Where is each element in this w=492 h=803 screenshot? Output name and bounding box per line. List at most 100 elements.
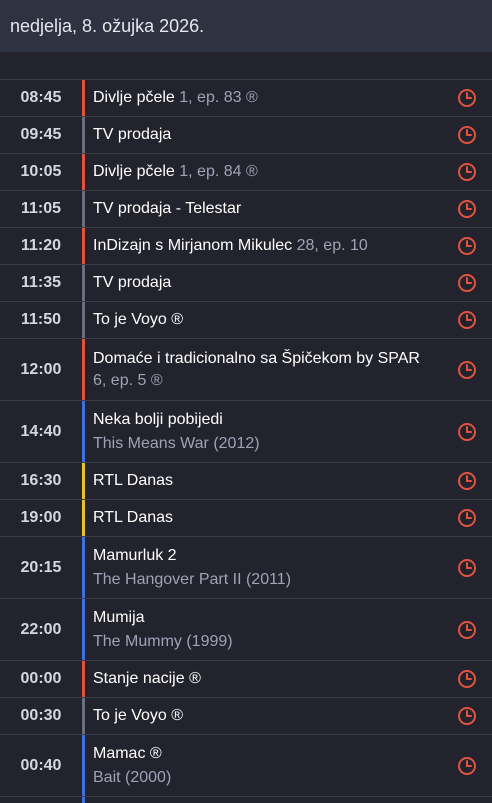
program-title: To je Voyo ® — [93, 705, 442, 727]
program-title: Divlje pčele 1, ep. 83 ® — [93, 87, 442, 109]
program-info: RTL Danas — [85, 463, 442, 499]
program-info: Mamurluk 2 The Hangover Part II (2011) — [85, 537, 442, 598]
program-title-text: Domaće i tradicionalno sa Špičekom by SP… — [93, 349, 420, 367]
program-time: 19:00 — [20, 509, 62, 526]
episode-info: 6, ep. 5 ® — [93, 371, 163, 389]
program-title: Mamurluk 2 — [93, 545, 442, 567]
schedule-row[interactable]: 10:05 Divlje pčele 1, ep. 84 ® — [0, 154, 492, 191]
original-title: This Means War (2012) — [93, 434, 260, 452]
program-info: To je Voyo ® — [85, 302, 442, 338]
schedule-row[interactable]: 11:50 To je Voyo ® — [0, 302, 492, 339]
schedule-row[interactable]: 22:00 Mumija The Mummy (1999) — [0, 599, 492, 661]
alarm-clock-icon[interactable] — [442, 401, 492, 462]
schedule-next-row — [0, 797, 492, 803]
program-title: Mumija — [93, 607, 442, 629]
schedule-row[interactable]: 19:00 RTL Danas — [0, 500, 492, 537]
program-title: TV prodaja — [93, 124, 442, 146]
program-title-text: RTL Danas — [93, 509, 174, 526]
program-time: 09:45 — [20, 126, 62, 143]
alarm-clock-icon[interactable] — [442, 265, 492, 301]
program-time: 11:50 — [20, 311, 62, 328]
header-spacer — [0, 52, 492, 79]
original-title: The Mummy (1999) — [93, 632, 233, 650]
alarm-clock-icon[interactable] — [442, 661, 492, 697]
schedule-row[interactable]: 00:40 Mamac ® Bait (2000) — [0, 735, 492, 797]
program-title-text: Mumija — [93, 608, 145, 626]
schedule-row[interactable]: 09:45 TV prodaja — [0, 117, 492, 154]
program-info: Domaće i tradicionalno sa Špičekom by SP… — [85, 339, 442, 400]
program-title: InDizajn s Mirjanom Mikulec 28, ep. 10 — [93, 235, 442, 257]
alarm-clock-icon[interactable] — [442, 339, 492, 400]
program-time: 14:40 — [20, 422, 62, 440]
alarm-clock-icon[interactable] — [442, 735, 492, 796]
program-info: TV prodaja — [85, 265, 442, 301]
original-title: Bait (2000) — [93, 768, 172, 786]
program-title-text: Divlje pčele — [93, 163, 175, 180]
program-title-text: Mamurluk 2 — [93, 546, 177, 564]
program-time: 10:05 — [20, 163, 62, 180]
episode-info: 1, ep. 84 ® — [174, 163, 258, 180]
program-title: TV prodaja — [93, 272, 442, 294]
program-info: Stanje nacije ® — [85, 661, 442, 697]
schedule-row[interactable]: 12:00 Domaće i tradicionalno sa Špičekom … — [0, 339, 492, 401]
program-info: Mumija The Mummy (1999) — [85, 599, 442, 660]
alarm-clock-icon[interactable] — [442, 537, 492, 598]
program-time: 00:30 — [20, 707, 62, 724]
program-title-text: InDizajn s Mirjanom Mikulec — [93, 237, 293, 254]
program-title-text: TV prodaja — [93, 274, 172, 291]
alarm-clock-icon[interactable] — [442, 463, 492, 499]
program-time: 08:45 — [20, 89, 62, 106]
program-title-text: To je Voyo ® — [93, 707, 184, 724]
date-header: nedjelja, 8. ožujka 2026. — [0, 0, 492, 52]
program-title-text: To je Voyo ® — [93, 311, 184, 328]
program-title-text: Neka bolji pobijedi — [93, 410, 223, 428]
alarm-clock-icon[interactable] — [442, 228, 492, 264]
schedule-row[interactable]: 11:20 InDizajn s Mirjanom Mikulec 28, ep.… — [0, 228, 492, 265]
program-title: Neka bolji pobijedi — [93, 409, 442, 431]
schedule-row[interactable]: 08:45 Divlje pčele 1, ep. 83 ® — [0, 80, 492, 117]
schedule-row[interactable]: 00:00 Stanje nacije ® — [0, 661, 492, 698]
program-title: Mamac ® — [93, 743, 442, 765]
alarm-clock-icon[interactable] — [442, 698, 492, 734]
program-title-text: Mamac ® — [93, 744, 162, 762]
program-info: InDizajn s Mirjanom Mikulec 28, ep. 10 — [85, 228, 442, 264]
program-time: 12:00 — [20, 360, 62, 378]
program-title-text: Stanje nacije ® — [93, 670, 201, 687]
program-info: Divlje pčele 1, ep. 83 ® — [85, 80, 442, 116]
alarm-clock-icon[interactable] — [442, 302, 492, 338]
program-time: 00:40 — [20, 756, 62, 774]
program-title: Stanje nacije ® — [93, 668, 442, 690]
schedule-row[interactable]: 11:05 TV prodaja - Telestar — [0, 191, 492, 228]
program-info: To je Voyo ® — [85, 698, 442, 734]
schedule-row[interactable]: 11:35 TV prodaja — [0, 265, 492, 302]
program-time: 11:20 — [20, 237, 62, 254]
program-time: 22:00 — [20, 620, 62, 638]
program-time: 20:15 — [20, 558, 62, 576]
program-title-text: RTL Danas — [93, 472, 174, 489]
program-info: Divlje pčele 1, ep. 84 ® — [85, 154, 442, 190]
alarm-clock-icon[interactable] — [442, 500, 492, 536]
alarm-clock-icon[interactable] — [442, 154, 492, 190]
schedule-list: 08:45 Divlje pčele 1, ep. 83 ® 09:45 TV pro… — [0, 79, 492, 797]
alarm-clock-icon[interactable] — [442, 117, 492, 153]
program-info: TV prodaja — [85, 117, 442, 153]
program-info: RTL Danas — [85, 500, 442, 536]
program-title-text: Divlje pčele — [93, 89, 175, 106]
alarm-clock-icon[interactable] — [442, 80, 492, 116]
schedule-row[interactable]: 14:40 Neka bolji pobijedi This Means War (… — [0, 401, 492, 463]
schedule-row[interactable]: 16:30 RTL Danas — [0, 463, 492, 500]
program-time: 11:05 — [20, 200, 62, 217]
program-title: RTL Danas — [93, 507, 442, 529]
schedule-row[interactable]: 00:30 To je Voyo ® — [0, 698, 492, 735]
alarm-clock-icon[interactable] — [442, 599, 492, 660]
episode-info: 28, ep. 10 — [292, 237, 368, 254]
program-title: TV prodaja - Telestar — [93, 198, 442, 220]
alarm-clock-icon[interactable] — [442, 191, 492, 227]
program-title: Divlje pčele 1, ep. 84 ® — [93, 161, 442, 183]
schedule-row[interactable]: 20:15 Mamurluk 2 The Hangover Part II (201… — [0, 537, 492, 599]
program-time: 00:00 — [20, 670, 62, 687]
program-time: 16:30 — [20, 472, 62, 489]
program-title-text: TV prodaja - Telestar — [93, 200, 242, 217]
program-title: To je Voyo ® — [93, 309, 442, 331]
program-title-text: TV prodaja — [93, 126, 172, 143]
